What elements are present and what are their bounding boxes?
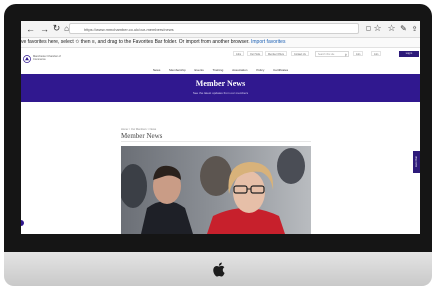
main-nav: News Membership Events Training Associat…: [21, 68, 420, 73]
favorites-bar: ve favorites here, select ✩ then ≡, and …: [21, 38, 420, 48]
favorite-star-icon[interactable]: ☆: [372, 23, 383, 34]
pen-notes-icon[interactable]: ✎: [398, 23, 409, 34]
nav-item-news[interactable]: News: [153, 68, 161, 72]
live-chat-tab[interactable]: Live Chat: [413, 151, 420, 173]
util-link-contact[interactable]: Contact Us: [291, 51, 309, 56]
nav-item-training[interactable]: Training: [213, 68, 224, 72]
chamber-logo-icon[interactable]: [23, 55, 31, 63]
nav-item-events[interactable]: Events: [195, 68, 204, 72]
banner-title: Member News: [195, 79, 246, 88]
apple-logo-icon: [213, 262, 225, 277]
nav-item-association[interactable]: Association: [232, 68, 247, 72]
util-link-offers[interactable]: Member Offers: [265, 51, 287, 56]
back-arrow-icon[interactable]: ←: [25, 23, 36, 34]
side-scroll-dot[interactable]: [21, 220, 24, 226]
screen: ← → ↻ ⌂ https://www.mmchamber.co.uk/our-…: [21, 21, 420, 234]
address-bar[interactable]: https://www.mmchamber.co.uk/our-members/…: [69, 23, 359, 34]
nav-item-membership[interactable]: Membership: [169, 68, 186, 72]
browser-toolbar: ← → ↻ ⌂ https://www.mmchamber.co.uk/our-…: [21, 21, 420, 38]
join-link-2[interactable]: Join: [371, 51, 382, 56]
import-favorites-link[interactable]: Import favorites: [251, 39, 285, 45]
logo-text: Manchester Chamber of Commerce: [33, 55, 61, 61]
util-link-hubs[interactable]: Our Hubs: [247, 51, 264, 56]
nav-item-certificates[interactable]: Certificates: [273, 68, 288, 72]
site-search-input[interactable]: Search this site ⚲: [315, 51, 349, 57]
forward-arrow-icon[interactable]: →: [39, 23, 50, 34]
page-title: Member News: [121, 132, 163, 140]
news-photo[interactable]: [121, 146, 311, 234]
util-link-jobs[interactable]: Jobs: [233, 51, 245, 56]
banner-subtitle: See the latest updates from our members: [192, 91, 249, 95]
favorites-hint-text: ve favorites here, select ✩ then ≡, and …: [21, 39, 250, 45]
login-button[interactable]: Log in: [399, 51, 419, 57]
share-icon[interactable]: ⇪: [409, 23, 420, 34]
join-button[interactable]: Join: [353, 51, 364, 56]
favorites-list-icon[interactable]: ☆: [386, 23, 397, 34]
search-icon[interactable]: ⚲: [345, 52, 347, 58]
hero-banner: Member News See the latest updates from …: [21, 74, 420, 102]
divider: [121, 141, 311, 142]
nav-item-policy[interactable]: Policy: [256, 68, 264, 72]
breadcrumb[interactable]: Home > Our Members > News: [121, 128, 156, 131]
